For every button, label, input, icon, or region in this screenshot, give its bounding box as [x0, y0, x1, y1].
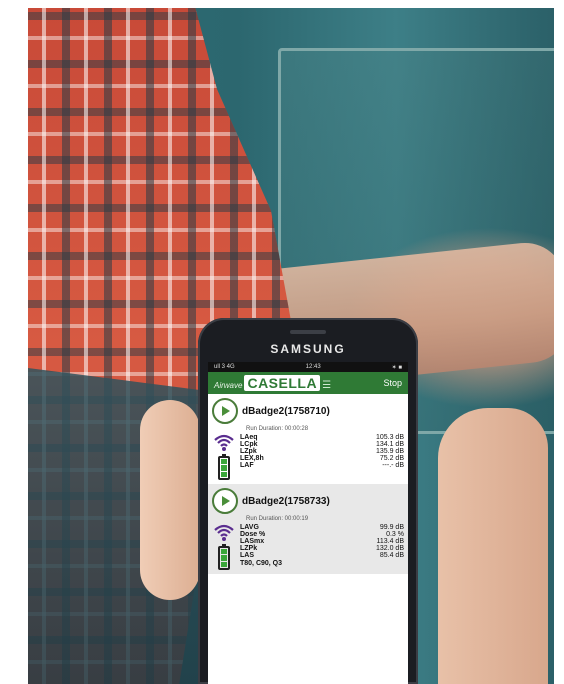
extra-settings: T80, C90, Q3	[240, 560, 283, 567]
wifi-signal-icon	[214, 434, 234, 451]
wifi-signal-icon	[214, 524, 234, 541]
app-logo: Airwave CASELLA ☰	[214, 375, 331, 391]
logo-casella: CASELLA	[244, 375, 321, 391]
thumb	[140, 400, 200, 600]
signal-status: ull 3 4G	[214, 364, 235, 370]
battery-icon	[218, 454, 230, 480]
metric-row: LEX,8h 75.2 dB	[240, 455, 404, 462]
metric-row: LAS 85.4 dB	[240, 552, 404, 559]
system-icons: ✶ ■	[391, 364, 402, 371]
clock: 12:43	[305, 364, 321, 370]
metric-row: LAeq 105.3 dB	[240, 434, 404, 441]
play-icon[interactable]	[212, 398, 238, 424]
device-card[interactable]: dBadge2(1758710) Run Duration: 00:00:28 …	[208, 394, 408, 484]
app-header: Airwave CASELLA ☰ Stop	[208, 372, 408, 394]
battery-icon	[218, 544, 230, 570]
status-bar: ull 3 4G 12:43 ✶ ■	[208, 362, 408, 372]
logo-airwave: Airwave	[214, 381, 243, 390]
device-name: dBadge2(1758710)	[242, 405, 330, 417]
logo-bars-icon: ☰	[322, 380, 332, 391]
metric-row: LAF ---.- dB	[240, 462, 404, 469]
metric-row: LAVG 99.9 dB	[240, 524, 404, 531]
metric-row: LZpk 135.9 dB	[240, 448, 404, 455]
speaker-grille	[290, 330, 326, 334]
run-duration: Run Duration: 00:00:28	[246, 426, 309, 432]
device-card[interactable]: dBadge2(1758733) Run Duration: 00:00:19 …	[208, 484, 408, 574]
play-icon[interactable]	[212, 488, 238, 514]
smartphone: SAMSUNG ull 3 4G 12:43 ✶ ■ Airwave CASEL…	[198, 318, 418, 684]
device-name: dBadge2(1758733)	[242, 495, 330, 507]
metrics-list: LAVG 99.9 dB Dose % 0.3 % LASmx 113.4 dB LZ…	[240, 524, 404, 570]
run-duration: Run Duration: 00:00:19	[246, 516, 309, 522]
metric-row: LZPk 132.0 dB	[240, 545, 404, 552]
stop-button[interactable]: Stop	[383, 378, 402, 388]
phone-screen: ull 3 4G 12:43 ✶ ■ Airwave CASELLA ☰ Sto…	[208, 362, 408, 684]
hand	[438, 408, 548, 684]
phone-brand: SAMSUNG	[270, 342, 346, 356]
metric-row: LASmx 113.4 dB	[240, 538, 404, 545]
metric-row: LCpk 134.1 dB	[240, 441, 404, 448]
metrics-list: LAeq 105.3 dB LCpk 134.1 dB LZpk 135.9 dB L…	[240, 434, 404, 480]
metric-row: Dose % 0.3 %	[240, 531, 404, 538]
